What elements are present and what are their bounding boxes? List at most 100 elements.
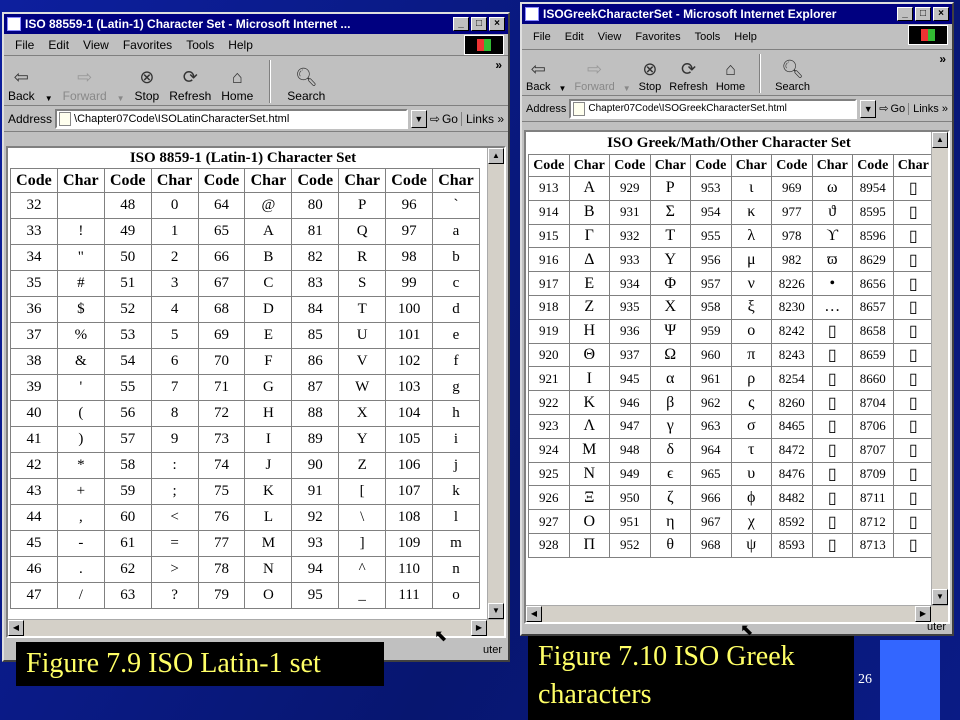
greek-vertical-scrollbar[interactable]: ▲ ▼ [931,132,948,605]
latin-vertical-scrollbar[interactable]: ▲ ▼ [487,148,504,619]
maximize-button[interactable]: □ [915,7,931,21]
table-row: 927 Ο 951 η 967 χ 8592 ▯ 8712 ▯ [528,509,934,534]
forward-button[interactable]: ⇨ Forward [574,59,614,93]
code-cell: 41 [10,426,58,453]
greek-content-area[interactable]: ISO Greek/Math/Other Character Set Code C… [524,130,950,624]
greek-browser-window: ISOGreekCharacterSet - Microsoft Interne… [520,2,954,636]
menu-edit[interactable]: Edit [41,38,76,52]
back-button[interactable]: ⇦ Back [526,59,550,93]
char-cell: 6 [150,348,199,375]
maximize-button[interactable]: □ [471,17,487,31]
stop-button[interactable]: ⊗ Stop [135,67,160,103]
code-cell: 79 [197,582,246,609]
char-cell: i [432,426,480,453]
code-cell: 60 [103,504,152,531]
address-label: Address [526,102,567,115]
latin-content-area[interactable]: ISO 8859-1 (Latin-1) Character Set Code C… [6,146,506,638]
page-icon [59,111,72,126]
char-cell: Β [568,199,610,225]
scroll-down-icon[interactable]: ▼ [932,589,948,605]
table-row: 923 Λ 947 γ 963 σ 8465 ▯ 8706 ▯ [528,413,934,439]
back-dropdown-icon[interactable]: ▼ [558,84,566,93]
links-button[interactable]: Links » [460,111,504,126]
code-cell: 923 [528,413,570,439]
toolbar-separator [269,60,272,103]
column-header: Code [197,168,246,193]
scroll-down-icon[interactable]: ▼ [488,603,504,619]
minimize-button[interactable]: _ [453,17,469,31]
forward-dropdown-icon[interactable]: ▼ [117,94,125,103]
code-cell: 917 [528,271,570,296]
char-cell: ▯ [892,223,934,249]
char-cell: P [338,192,387,219]
code-cell: 8226 [771,271,813,296]
char-cell: χ [730,509,772,534]
toolbar-chevron-icon[interactable]: » [939,52,946,66]
char-cell: : [150,452,199,479]
menu-help[interactable]: Help [221,38,260,52]
forward-dropdown-icon[interactable]: ▼ [623,84,631,93]
menu-favorites[interactable]: Favorites [116,38,179,52]
home-button[interactable]: ⌂ Home [221,67,253,103]
scroll-right-icon[interactable]: ▶ [471,620,487,636]
latin-horizontal-scrollbar[interactable]: ◀ ▶ [8,619,504,636]
column-header: Code [385,168,434,193]
scroll-left-icon[interactable]: ◀ [8,620,24,636]
code-cell: 68 [197,296,246,323]
table-row: 920 Θ 937 Ω 960 π 8243 ▯ 8659 ▯ [528,342,934,368]
home-button[interactable]: ⌂ Home [716,59,745,93]
address-input[interactable]: \Chapter07Code\ISOLatinCharacterSet.html [55,108,408,129]
forward-button[interactable]: ⇨ Forward [63,67,107,103]
address-dropdown-button[interactable]: ▼ [410,109,427,128]
char-cell: σ [730,413,772,439]
back-button[interactable]: ⇦ Back [8,67,35,103]
column-header: Code [609,154,651,177]
refresh-button[interactable]: ⟳ Refresh [169,67,211,103]
menu-tools[interactable]: Tools [179,38,221,52]
close-button[interactable]: × [489,17,505,31]
menu-favorites[interactable]: Favorites [628,31,687,43]
code-cell: 95 [291,582,340,609]
scroll-up-icon[interactable]: ▲ [932,132,948,148]
stop-button[interactable]: ⊗ Stop [639,59,662,93]
greek-character-table: Code Char Code Char Code Char Code Char Code Char… [528,154,934,558]
menu-tools[interactable]: Tools [688,31,728,43]
menu-view[interactable]: View [591,31,629,43]
menu-help[interactable]: Help [727,31,764,43]
latin-address-bar: Address \Chapter07Code\ISOLatinCharacter… [4,106,508,132]
char-cell: ▯ [811,509,853,534]
table-row: 44, 60 <76 L 92 \ 108 l [10,504,480,531]
code-cell: 83 [291,270,340,297]
code-cell: 97 [385,218,434,245]
address-dropdown-button[interactable]: ▼ [860,99,877,118]
scroll-up-icon[interactable]: ▲ [488,148,504,164]
go-button[interactable]: ⇨ Go [430,112,458,126]
back-dropdown-icon[interactable]: ▼ [45,94,53,103]
code-cell: 8954 [852,176,894,201]
links-button[interactable]: Links » [908,102,948,115]
char-cell: ι [730,176,772,201]
menu-edit[interactable]: Edit [558,31,591,43]
code-cell: 72 [197,400,246,427]
char-cell: 8 [150,400,199,427]
address-input[interactable]: Chapter07Code\ISOGreekCharacterSet.html [569,98,858,119]
menu-file[interactable]: File [8,38,41,52]
go-button[interactable]: ⇨ Go [879,102,905,116]
refresh-button[interactable]: ⟳ Refresh [669,59,708,93]
menu-view[interactable]: View [76,38,116,52]
toolbar-chevron-icon[interactable]: » [495,58,502,72]
code-cell: 8656 [852,271,894,296]
char-cell: g [432,374,480,401]
minimize-button[interactable]: _ [897,7,913,21]
close-button[interactable]: × [933,7,949,21]
search-button[interactable]: 🔍︎ Search [287,67,325,103]
menu-file[interactable]: File [526,31,558,43]
char-cell: U [338,322,387,349]
address-value: \Chapter07Code\ISOLatinCharacterSet.html [74,112,290,125]
code-cell: 88 [291,400,340,427]
code-cell: 65 [197,218,246,245]
search-button[interactable]: 🔍︎ Search [775,59,810,93]
char-cell: L [244,504,293,531]
code-cell: 8242 [771,318,813,344]
code-cell: 107 [385,478,434,505]
